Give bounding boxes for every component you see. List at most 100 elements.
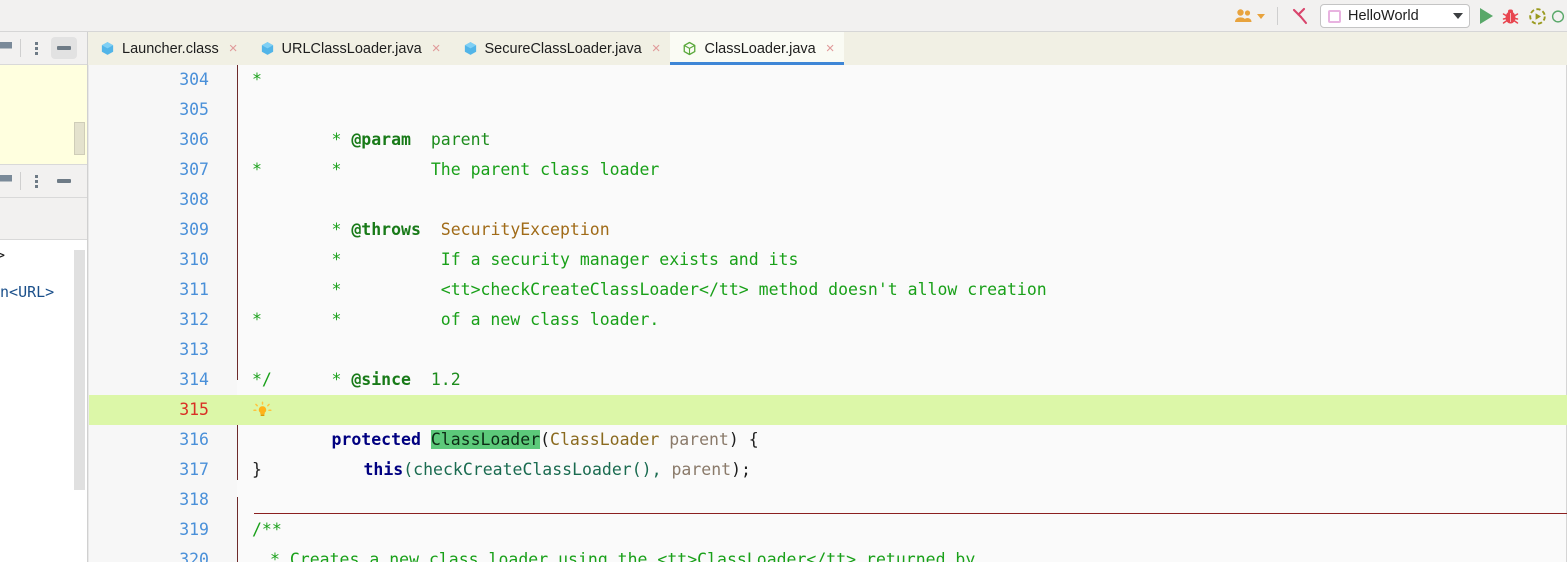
panel-divider [20,172,21,190]
left-panel-2-body [0,198,88,240]
main-toolbar: HelloWorld [0,0,1567,32]
code-editor[interactable]: 304 * 305 * @param parent 306 * The pare… [88,65,1567,562]
editor-tab-secureclassloader-java[interactable]: SecureClassLoader.java × [450,32,671,65]
editor-line-305[interactable]: 305 * @param parent [89,95,1567,149]
code-text: * [252,70,262,89]
line-number: 309 [179,220,209,239]
line-number: 313 [179,340,209,359]
editor-tab-classloader-java[interactable]: ClassLoader.java × [670,32,845,65]
code-text: } [252,460,262,479]
code-text: * [252,310,262,329]
toolbar-divider [1277,7,1278,25]
editor-line-310[interactable]: 310 * <tt>checkCreateClassLoader</tt> me… [89,245,1567,299]
tab-label: Launcher.class [122,40,219,57]
editor-line-317[interactable]: 317 } [89,455,1567,485]
build-button[interactable] [1286,3,1314,29]
panel-icon [0,42,12,54]
people-icon [1235,9,1252,22]
line-number: 310 [179,250,209,269]
line-number: 316 [179,430,209,449]
code-text: */ [252,370,272,389]
editor-line-306[interactable]: 306 * The parent class loader [89,125,1567,179]
panel-text-fragment-2: on<URL> [0,283,55,301]
code-text: * Creates a new class loader using the <… [270,550,976,562]
line-number: 308 [179,190,209,209]
run-configuration-selector[interactable]: HelloWorld [1320,4,1470,28]
left-panel-2-header [0,165,88,198]
run-configuration-label: HelloWorld [1348,8,1419,24]
editor-line-304[interactable]: 304 * [89,65,1567,95]
line-number: 318 [179,490,209,509]
panel-3-scrollbar-thumb[interactable] [74,250,85,490]
run-button[interactable] [1476,3,1497,29]
chevron-down-icon [1257,13,1265,19]
editor-line-314[interactable]: 314 */ [89,365,1567,395]
hide-panel-icon [57,179,71,183]
line-number: 315 [179,400,209,419]
tab-label: ClassLoader.java [704,40,816,57]
editor-line-318[interactable]: 318 [89,485,1567,515]
tab-strip-filler [844,32,1567,65]
debug-button[interactable] [1497,3,1524,29]
close-icon[interactable]: × [652,41,661,56]
hide-panel-button[interactable] [51,170,77,192]
profiler-icon [1551,9,1565,23]
people-button[interactable] [1230,3,1269,29]
hide-panel-button[interactable] [51,37,77,59]
editor-line-312[interactable]: 312 * [89,305,1567,335]
editor-line-308[interactable]: 308 * @throws SecurityException [89,185,1567,239]
left-panel-1-header [0,32,88,65]
ide-window: HelloWorld > n<URL> Launcher.class × URL… [0,0,1567,562]
line-number: 311 [179,280,209,299]
run-with-coverage-icon [1529,7,1546,25]
panel-1-scrollbar-thumb[interactable] [74,122,85,155]
line-number: 312 [179,310,209,329]
line-number: 306 [179,130,209,149]
editor-tab-launcher-class[interactable]: Launcher.class × [88,32,248,65]
java-class-icon [261,42,273,55]
panel-icon [0,175,12,187]
editor-tab-urlclassloader-java[interactable]: URLClassLoader.java × [247,32,451,65]
line-number: 314 [179,370,209,389]
run-with-coverage-button[interactable] [1524,3,1551,29]
code-text: * [252,160,262,179]
editor-line-316[interactable]: 316 this(checkCreateClassLoader(), paren… [89,425,1567,479]
java-class-icon [464,42,476,55]
line-number: 319 [179,520,209,539]
more-options-icon[interactable] [30,174,42,188]
line-number: 317 [179,460,209,479]
editor-line-309[interactable]: 309 * If a security manager exists and i… [89,215,1567,269]
left-panel-1-body [0,65,88,165]
panel-divider [20,39,21,57]
tab-label: URLClassLoader.java [281,40,422,57]
panel-text-fragment-1: > [0,246,6,264]
editor-line-307[interactable]: 307 * [89,155,1567,185]
code-text: /** [252,520,282,539]
close-icon[interactable]: × [229,41,238,56]
debug-bug-icon [1502,9,1519,24]
hide-panel-icon [57,46,71,50]
java-source-icon [684,41,696,56]
method-separator [254,513,1567,514]
tab-label: SecureClassLoader.java [484,40,642,57]
editor-line-320[interactable]: 320 * Creates a new class loader using t… [89,545,1567,562]
line-number: 307 [179,160,209,179]
editor-line-311[interactable]: 311 * of a new class loader. [89,275,1567,329]
line-number: 320 [179,550,209,562]
more-options-icon[interactable] [30,41,42,55]
line-number: 305 [179,100,209,119]
editor-line-315[interactable]: 315 protected ClassLoader(ClassLoader pa… [89,395,1567,449]
line-number: 304 [179,70,209,89]
run-play-icon [1480,8,1493,24]
editor-line-319[interactable]: 319 /** [89,515,1567,545]
toolbar-right-group: HelloWorld [1230,0,1567,32]
close-icon[interactable]: × [826,41,835,56]
editor-tab-strip: Launcher.class × URLClassLoader.java × S… [88,32,1567,65]
editor-line-313[interactable]: 313 * @since 1.2 [89,335,1567,389]
application-config-icon [1328,9,1341,23]
profiler-button[interactable] [1551,3,1565,29]
build-hammer-icon [1292,7,1308,25]
chevron-down-icon [1453,13,1463,19]
java-class-icon [101,42,114,55]
close-icon[interactable]: × [432,41,441,56]
